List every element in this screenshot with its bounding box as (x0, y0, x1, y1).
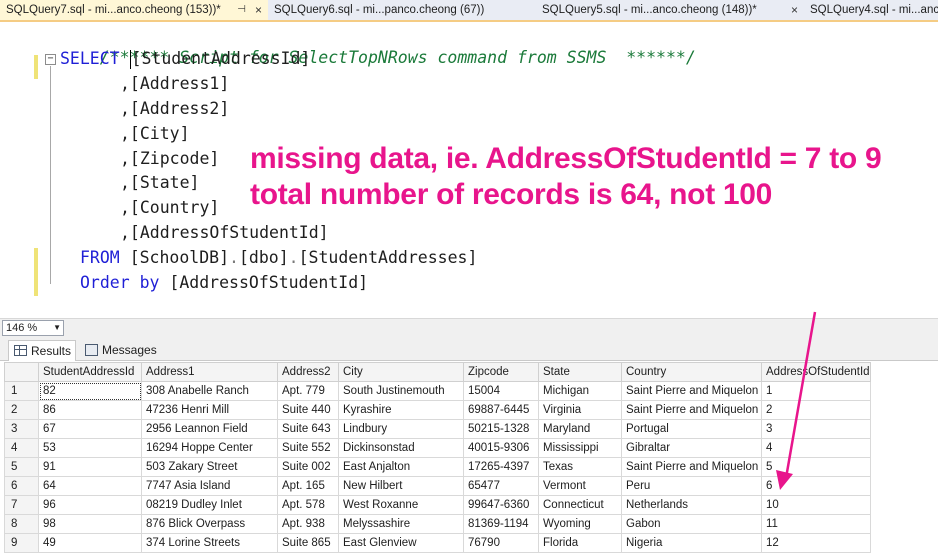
arrow-head (776, 470, 793, 490)
arrow-shaft (784, 311, 817, 479)
annotation-arrow (776, 311, 817, 490)
